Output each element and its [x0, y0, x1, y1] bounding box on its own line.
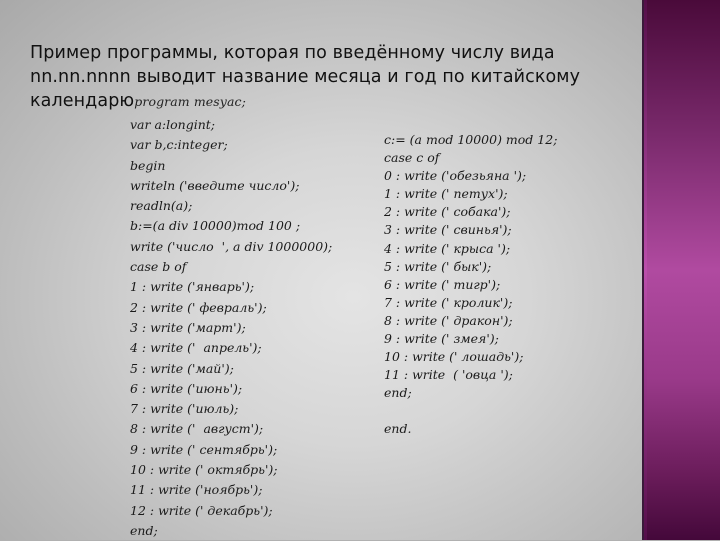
code-line: 11 : write ( 'овца ');: [384, 367, 513, 383]
title-line-3-text: календарю: [30, 91, 135, 111]
code-line: 4 : write (' крыса ');: [384, 240, 511, 256]
code-line: c:= (a mod 10000) mod 12;: [384, 132, 558, 147]
code-line: write ('число ', a div 1000000);: [130, 238, 333, 254]
code-line: 10 : write (' лошадь');: [384, 349, 524, 365]
code-line: 7 : write ('июль);: [130, 401, 239, 417]
code-line: 10 : write (' октябрь');: [130, 462, 278, 478]
code-line: 1 : write (' петух');: [384, 186, 508, 202]
code-line: b:=(a div 10000)mod 100 ;: [130, 218, 301, 234]
code-line: 0 : write ('обезьяна ');: [384, 168, 527, 184]
code-line: 5 : write (' бык');: [384, 258, 492, 274]
code-line: var a:longint;: [130, 117, 215, 132]
code-line: end;: [130, 522, 158, 538]
code-line: begin: [130, 157, 166, 173]
code-line: 6 : write (' тигр');: [384, 276, 501, 292]
code-block-months: var a:longint; var b,c:integer; begin wr…: [130, 115, 332, 541]
code-line: case c of: [384, 150, 440, 166]
accent-band-edge: [644, 0, 647, 540]
code-line: 7 : write (' кролик');: [384, 294, 513, 310]
code-line-program-end: end.: [384, 421, 412, 437]
code-line: 1 : write ('январь');: [130, 279, 255, 295]
title-line-2: nn.nn.nnnn выводит название месяца и год…: [30, 67, 581, 87]
code-line: 6 : write ('июнь');: [130, 380, 243, 396]
accent-band: [642, 0, 720, 540]
code-line: 4 : write (' апрель');: [130, 340, 262, 356]
code-line: writeln ('введите число');: [130, 177, 300, 193]
code-line: 3 : write ('март');: [130, 319, 246, 335]
code-line: 9 : write (' сентябрь');: [130, 441, 278, 457]
code-line: 11 : write ('ноябрь');: [130, 482, 263, 498]
code-block-zodiac: c:= (a mod 10000) mod 12; case c of 0 : …: [384, 131, 557, 439]
code-line: end;: [384, 385, 412, 401]
title-line-1: Пример программы, которая по введённому …: [30, 43, 555, 63]
code-line: 5 : write ('май');: [130, 360, 234, 376]
program-header-code: program mesyac;: [134, 94, 246, 109]
slide-title: Пример программы, которая по введённому …: [30, 41, 630, 114]
title-line-3: календарюprogram mesyac;: [30, 89, 630, 114]
code-line: readln(a);: [130, 198, 193, 214]
code-line: case b of: [130, 259, 187, 275]
code-spacer: [384, 402, 557, 420]
code-line: 2 : write (' собака');: [384, 204, 511, 220]
code-line: 9 : write (' змея');: [384, 331, 499, 347]
code-line: 8 : write (' август');: [130, 421, 264, 437]
code-line: 12 : write (' декабрь');: [130, 502, 273, 518]
code-line: 3 : write (' свинья');: [384, 222, 512, 238]
code-line: 8 : write (' дракон');: [384, 312, 513, 328]
code-line: var b,c:integer;: [130, 137, 228, 153]
code-line: 2 : write (' февраль');: [130, 299, 267, 315]
